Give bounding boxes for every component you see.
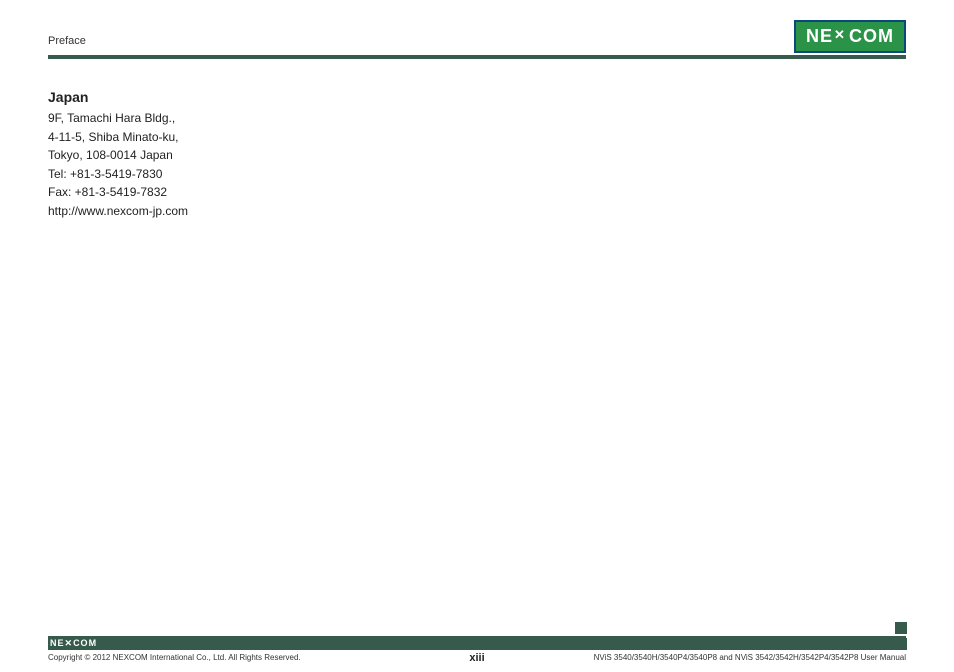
page-header: Preface NE COM	[0, 0, 954, 53]
fax-line: Fax: +81-3-5419-7832	[48, 183, 906, 202]
footer-logo-right: COM	[73, 638, 97, 648]
footer-logo-x-icon: ✕	[65, 638, 74, 648]
brand-logo-icon: NE COM	[794, 20, 906, 53]
logo-text-right: COM	[849, 26, 894, 47]
footer-logo-left: NE	[50, 638, 65, 648]
address-line: 9F, Tamachi Hara Bldg.,	[48, 109, 906, 128]
address-line: Tokyo, 108-0014 Japan	[48, 146, 906, 165]
page-content: Japan 9F, Tamachi Hara Bldg., 4-11-5, Sh…	[0, 59, 954, 221]
section-title: Japan	[48, 89, 906, 105]
logo-text-left: NE	[806, 26, 833, 47]
copyright-text: Copyright © 2012 NEXCOM International Co…	[48, 653, 301, 662]
header-section-label: Preface	[48, 35, 86, 53]
footer-bar: NE✕COM	[48, 636, 906, 650]
footer-squares-icon	[879, 622, 907, 650]
footer-text-row: Copyright © 2012 NEXCOM International Co…	[0, 650, 954, 672]
brand-logo-top: NE COM	[794, 20, 906, 53]
tel-line: Tel: +81-3-5419-7830	[48, 165, 906, 184]
page-number: xiii	[469, 652, 484, 664]
footer-brand-logo: NE✕COM	[48, 638, 97, 649]
logo-x-icon	[834, 30, 848, 44]
address-line: 4-11-5, Shiba Minato-ku,	[48, 128, 906, 147]
manual-reference: NViS 3540/3540H/3540P4/3540P8 and NViS 3…	[594, 653, 906, 662]
page-footer: NE✕COM Copyright © 2012 NEXCOM Internati…	[0, 636, 954, 672]
url-line: http://www.nexcom-jp.com	[48, 202, 906, 221]
